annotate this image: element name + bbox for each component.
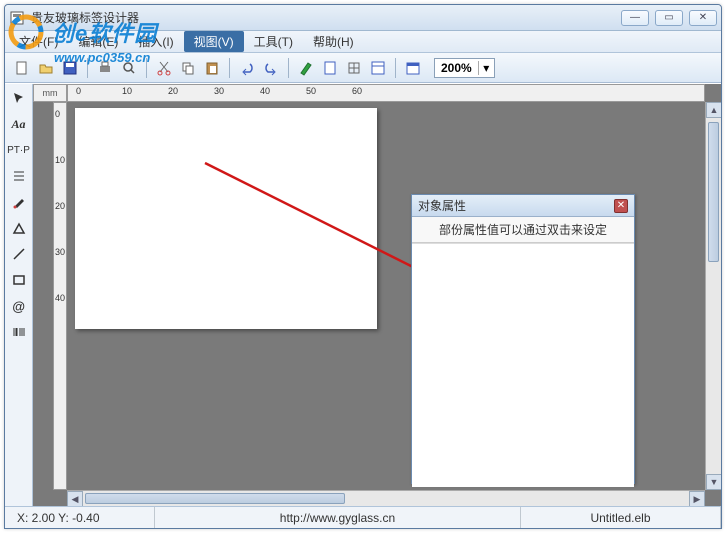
toolbar-separator (146, 58, 147, 78)
text-tool[interactable]: Aa (8, 114, 30, 134)
ruler-unit: mm (33, 84, 67, 102)
properties-panel: 对象属性 ✕ 部份属性值可以通过双击来设定 (411, 194, 635, 484)
minimize-button[interactable]: — (621, 10, 649, 26)
select-tool[interactable] (8, 88, 30, 108)
design-page[interactable] (75, 108, 377, 329)
open-button[interactable] (35, 57, 57, 79)
scrollbar-horizontal[interactable]: ◀ ▶ (67, 490, 705, 506)
workspace: Aa PT·P @ mm 0 10 20 30 40 50 60 0 1 (5, 84, 721, 506)
app-window: 贵友玻璃标签设计器 — ▭ ✕ 文件(F) 编辑(E) 插入(I) 视图(V) … (4, 4, 722, 529)
properties-button[interactable] (367, 57, 389, 79)
toolbar-separator (288, 58, 289, 78)
status-filename: Untitled.elb (521, 507, 721, 528)
ruler-horizontal: 0 10 20 30 40 50 60 (67, 84, 705, 102)
zoom-value: 200% (435, 61, 478, 75)
menu-help[interactable]: 帮助(H) (303, 31, 364, 52)
menu-insert[interactable]: 插入(I) (128, 31, 183, 52)
redo-button[interactable] (260, 57, 282, 79)
scroll-right-icon[interactable]: ▶ (689, 491, 705, 506)
paragraph-tool[interactable]: PT·P (8, 140, 30, 160)
toolbar-separator (87, 58, 88, 78)
scroll-left-icon[interactable]: ◀ (67, 491, 83, 506)
menu-edit[interactable]: 编辑(E) (68, 31, 128, 52)
save-button[interactable] (59, 57, 81, 79)
rect-tool[interactable] (8, 270, 30, 290)
window-title: 贵友玻璃标签设计器 (31, 9, 621, 26)
menu-file[interactable]: 文件(F) (9, 31, 68, 52)
properties-titlebar[interactable]: 对象属性 ✕ (412, 195, 634, 217)
close-button[interactable]: ✕ (689, 10, 717, 26)
paste-button[interactable] (201, 57, 223, 79)
undo-button[interactable] (236, 57, 258, 79)
toolbar-separator (229, 58, 230, 78)
preview-button[interactable] (118, 57, 140, 79)
page-setup-button[interactable] (319, 57, 341, 79)
toolbar-separator (395, 58, 396, 78)
status-coords: X: 2.00 Y: -0.40 (5, 507, 155, 528)
tool-palette: Aa PT·P @ (5, 84, 33, 506)
chevron-down-icon[interactable]: ▾ (478, 61, 494, 75)
statusbar: X: 2.00 Y: -0.40 http://www.gyglass.cn U… (5, 506, 721, 528)
properties-title: 对象属性 (418, 197, 614, 214)
brush-tool[interactable] (8, 192, 30, 212)
close-icon[interactable]: ✕ (614, 199, 628, 213)
calendar-button[interactable] (402, 57, 424, 79)
status-url: http://www.gyglass.cn (155, 507, 521, 528)
cut-button[interactable] (153, 57, 175, 79)
properties-body (412, 243, 634, 487)
window-buttons: — ▭ ✕ (621, 10, 717, 26)
canvas-area: mm 0 10 20 30 40 50 60 0 10 20 30 40 (33, 84, 721, 506)
scrollbar-vertical[interactable]: ▲ ▼ (705, 102, 721, 490)
toolbar: 200% ▾ (5, 53, 721, 83)
at-tool[interactable]: @ (8, 296, 30, 316)
scroll-thumb[interactable] (708, 122, 719, 262)
grid-button[interactable] (343, 57, 365, 79)
zoom-selector[interactable]: 200% ▾ (434, 58, 495, 78)
print-button[interactable] (94, 57, 116, 79)
scroll-up-icon[interactable]: ▲ (706, 102, 721, 118)
list-tool[interactable] (8, 166, 30, 186)
menubar: 文件(F) 编辑(E) 插入(I) 视图(V) 工具(T) 帮助(H) (5, 31, 721, 53)
menu-tools[interactable]: 工具(T) (244, 31, 303, 52)
menu-view[interactable]: 视图(V) (184, 31, 244, 52)
properties-hint: 部份属性值可以通过双击来设定 (412, 217, 634, 243)
shape-tool[interactable] (8, 218, 30, 238)
app-icon (9, 10, 25, 26)
design-button[interactable] (295, 57, 317, 79)
barcode-tool[interactable] (8, 322, 30, 342)
maximize-button[interactable]: ▭ (655, 10, 683, 26)
new-button[interactable] (11, 57, 33, 79)
ruler-vertical: 0 10 20 30 40 (53, 102, 67, 490)
line-tool[interactable] (8, 244, 30, 264)
copy-button[interactable] (177, 57, 199, 79)
scroll-down-icon[interactable]: ▼ (706, 474, 721, 490)
titlebar: 贵友玻璃标签设计器 — ▭ ✕ (5, 5, 721, 31)
scroll-thumb[interactable] (85, 493, 345, 504)
